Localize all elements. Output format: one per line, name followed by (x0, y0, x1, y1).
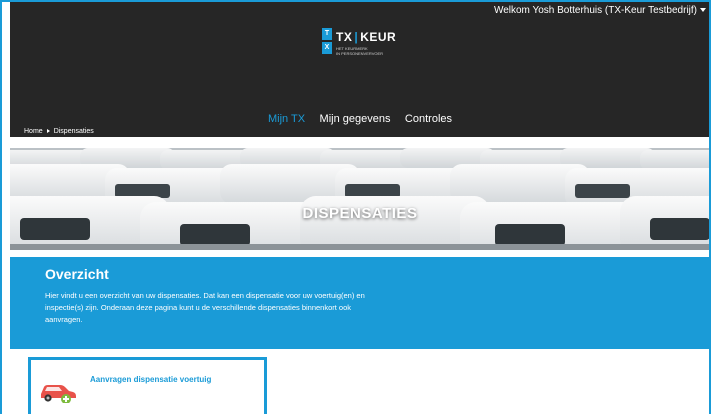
breadcrumb-home[interactable]: Home (24, 128, 43, 135)
logo-separator: | (354, 30, 359, 44)
logo-mark-top: T (322, 28, 332, 40)
logo-mark: T X (322, 28, 332, 54)
breadcrumb-arrow-icon (46, 129, 50, 134)
page-frame: Welkom Yosh Botterhuis (TX-Keur Testbedr… (0, 0, 711, 414)
logo-tagline-2: IN PERSONENVERVOER (336, 51, 384, 56)
logo-wordmark: TX | KEUR (336, 30, 396, 44)
tx-keur-logo[interactable]: T X TX | KEUR HET KEURMERK IN PERSONENVERV… (322, 28, 396, 60)
breadcrumb: Home Dispensaties (24, 128, 94, 135)
caret-down-icon (700, 8, 706, 13)
user-menu[interactable]: Welkom Yosh Botterhuis (TX-Keur Testbedr… (494, 5, 706, 16)
logo-mark-bottom: X (322, 42, 332, 54)
hero-title: DISPENSATIES (302, 205, 418, 222)
overview-section: Overzicht Hier vindt u een overzicht van… (10, 257, 709, 349)
request-vehicle-dispensation-card[interactable]: Aanvragen dispensatie voertuig (28, 357, 267, 414)
logo-word-left: TX (336, 30, 353, 44)
welcome-text: Welkom Yosh Botterhuis (TX-Keur Testbedr… (493, 5, 697, 16)
vans-parking-image (10, 148, 709, 250)
nav-item-mijn-gegevens[interactable]: Mijn gegevens (320, 113, 391, 125)
car-add-icon (41, 385, 76, 403)
overview-text: Hier vindt u een overzicht van uw dispen… (45, 291, 365, 324)
hero-banner: DISPENSATIES (10, 148, 709, 250)
nav-item-controles[interactable]: Controles (405, 113, 452, 125)
logo-word-right: KEUR (360, 30, 397, 44)
breadcrumb-current: Dispensaties (53, 128, 94, 135)
nav-item-mijn-tx[interactable]: Mijn TX (268, 113, 305, 125)
main-nav: Mijn TX Mijn gegevens Controles (10, 109, 709, 127)
site-header: Welkom Yosh Botterhuis (TX-Keur Testbedr… (10, 2, 709, 137)
logo-tagline: HET KEURMERK IN PERSONENVERVOER (336, 46, 383, 56)
overview-title: Overzicht (45, 266, 109, 282)
card-label: Aanvragen dispensatie voertuig (90, 375, 212, 384)
